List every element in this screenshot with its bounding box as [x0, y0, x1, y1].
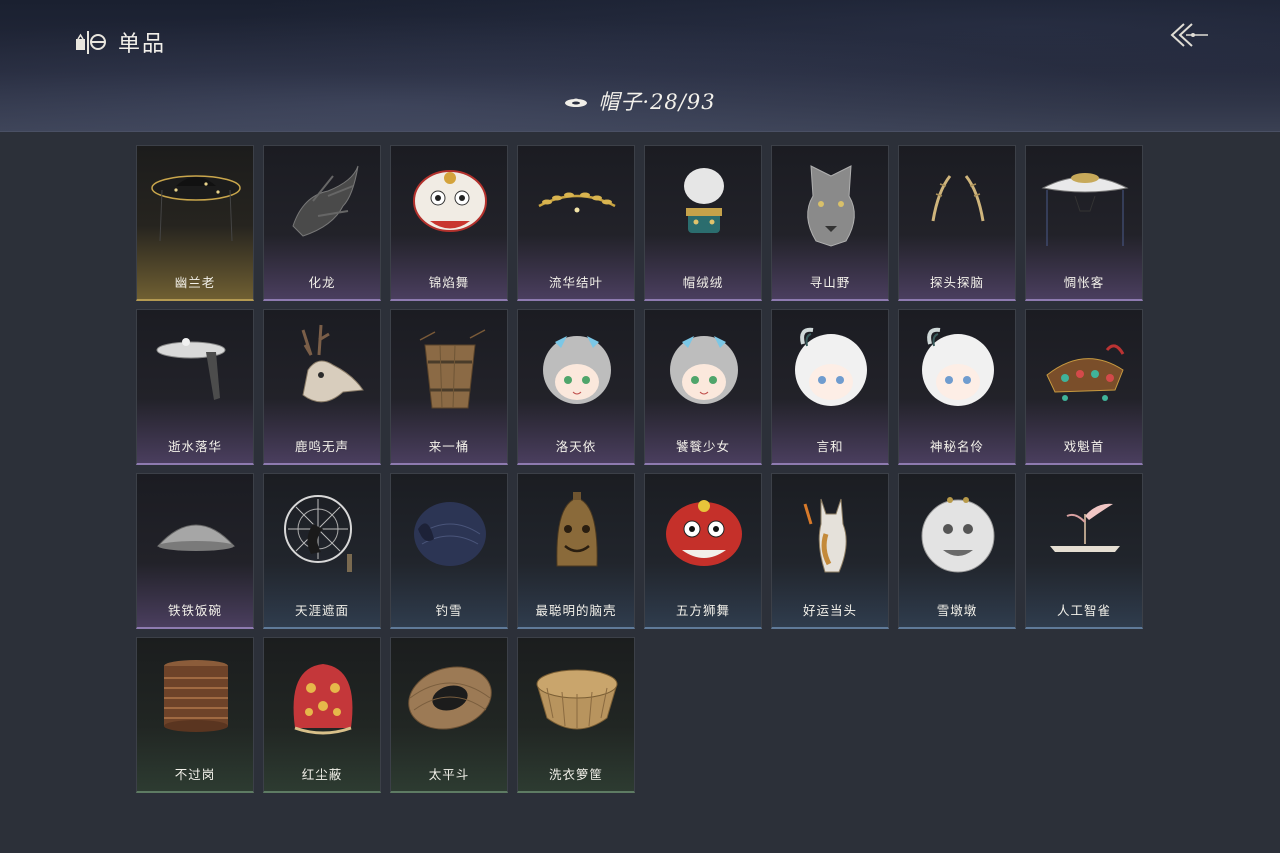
woven-basket-icon: [536, 669, 618, 730]
item-name: 探头探脑: [929, 275, 984, 290]
item-card[interactable]: 钓雪: [390, 473, 508, 629]
straw-hat-with-veil-icon: [151, 175, 241, 242]
title-group: 单品: [74, 26, 166, 58]
item-card[interactable]: 化龙: [263, 145, 381, 301]
item-card[interactable]: 天涯遮面: [263, 473, 381, 629]
item-card[interactable]: 洗衣箩筐: [517, 637, 635, 793]
item-name: 化龙: [308, 275, 336, 290]
item-grid: 幽兰老 化龙 锦焰舞 流华结叶 帽绒绒 寻山野 探头探脑 惆怅客逝水落华 鹿鸣无声 来一桶 洛天依 饕…: [136, 145, 1144, 793]
item-card[interactable]: 幽兰老: [136, 145, 254, 301]
item-card[interactable]: 最聪明的脑壳: [517, 473, 635, 629]
item-card[interactable]: 戏魁首: [1025, 309, 1143, 465]
iron-bowl-icon: [156, 524, 236, 551]
item-card[interactable]: 红尘蔽: [263, 637, 381, 793]
stacked-bowls-icon: [164, 660, 228, 732]
item-name: 鹿鸣无声: [294, 439, 349, 454]
item-name: 逝水落华: [167, 439, 222, 454]
item-name: 锦焰舞: [428, 275, 470, 290]
item-name: 铁铁饭碗: [167, 603, 222, 618]
feather-antenna-icon: [931, 175, 985, 222]
category-label: 帽子·28/93: [598, 90, 716, 114]
white-hair-head-icon: [795, 327, 867, 406]
dragon-head-icon: [292, 165, 359, 237]
item-card[interactable]: 好运当头: [771, 473, 889, 629]
item-card[interactable]: 雪墩墩: [898, 473, 1016, 629]
item-name: 惆怅客: [1063, 275, 1105, 290]
item-name: 最聪明的脑壳: [535, 603, 617, 618]
double-chevron-left-icon[interactable]: [1166, 20, 1210, 50]
item-name: 洗衣箩筐: [548, 767, 603, 782]
item-card[interactable]: 神秘名伶: [898, 309, 1016, 465]
deer-skull-icon: [301, 324, 364, 403]
item-name: 饕餮少女: [675, 439, 730, 454]
item-card[interactable]: 寻山野: [771, 145, 889, 301]
item-card[interactable]: 铁铁饭碗: [136, 473, 254, 629]
white-hair-head-icon: [922, 327, 994, 406]
item-card[interactable]: 饕餮少女: [644, 309, 762, 465]
item-name: 人工智雀: [1056, 603, 1111, 618]
item-card[interactable]: 太平斗: [390, 637, 508, 793]
item-card[interactable]: 锦焰舞: [390, 145, 508, 301]
horse-head-icon: [803, 498, 847, 573]
fur-crown-icon: [684, 168, 724, 233]
item-name: 好运当头: [802, 603, 857, 618]
item-name: 言和: [816, 439, 844, 454]
broken-hat-frame-icon: [284, 495, 352, 572]
item-card[interactable]: 人工智雀: [1025, 473, 1143, 629]
item-card[interactable]: 惆怅客: [1025, 145, 1143, 301]
item-card[interactable]: 逝水落华: [136, 309, 254, 465]
anime-girl-head-icon: [543, 336, 611, 404]
item-card[interactable]: 探头探脑: [898, 145, 1016, 301]
hat-icon: [565, 98, 588, 107]
item-name: 雪墩墩: [936, 603, 978, 618]
item-card[interactable]: 鹿鸣无声: [263, 309, 381, 465]
item-card[interactable]: 言和: [771, 309, 889, 465]
item-card[interactable]: 洛天依: [517, 309, 635, 465]
item-card[interactable]: 流华结叶: [517, 145, 635, 301]
item-name: 来一桶: [428, 439, 470, 454]
item-name: 神秘名伶: [929, 439, 984, 454]
white-bamboo-hat-icon: [1041, 173, 1129, 246]
lion-dance-head-icon: [413, 170, 487, 232]
bell-helmet-icon: [556, 492, 598, 567]
dark-round-hat-icon: [414, 502, 486, 566]
wardrobe-icon: [76, 31, 106, 54]
item-name: 红尘蔽: [301, 767, 343, 782]
item-name: 不过岗: [174, 767, 216, 782]
wooden-bucket-icon: [419, 329, 486, 409]
item-card[interactable]: 帽绒绒: [644, 145, 762, 301]
item-name: 流华结叶: [548, 275, 603, 290]
item-name: 幽兰老: [174, 275, 216, 290]
bird-hat-icon: [1050, 503, 1120, 552]
item-name: 太平斗: [428, 767, 470, 782]
item-card[interactable]: 来一桶: [390, 309, 508, 465]
item-card[interactable]: 五方狮舞: [644, 473, 762, 629]
item-name: 洛天依: [555, 439, 597, 454]
golden-laurel-icon: [538, 192, 616, 213]
page-title: 单品: [118, 32, 167, 57]
veiled-hat-icon: [156, 338, 226, 400]
anime-girl-head-icon: [670, 336, 738, 404]
opera-crown-icon: [1046, 344, 1125, 401]
item-name: 五方狮舞: [675, 603, 730, 618]
stone-lion-head-icon: [921, 497, 995, 573]
wolf-head-icon: [807, 165, 855, 247]
category-header: 帽子·28/93: [0, 86, 1280, 116]
red-lion-head-icon: [666, 500, 742, 566]
top-banner: 单品 帽子·28/93: [0, 0, 1280, 132]
item-name: 钓雪: [435, 603, 463, 618]
woven-basket-hat-icon: [408, 666, 492, 730]
item-name: 戏魁首: [1063, 439, 1105, 454]
item-name: 天涯遮面: [294, 603, 349, 618]
item-name: 帽绒绒: [682, 275, 724, 290]
item-name: 寻山野: [809, 275, 851, 290]
red-hood-icon: [293, 664, 353, 735]
item-card[interactable]: 不过岗: [136, 637, 254, 793]
